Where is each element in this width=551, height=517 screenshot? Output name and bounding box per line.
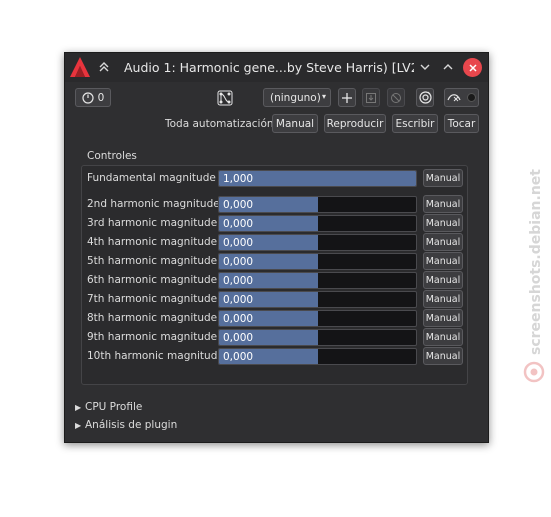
parameter-label: 6th harmonic magnitude xyxy=(87,274,218,286)
parameter-value: 0,000 xyxy=(223,199,254,211)
close-icon xyxy=(468,63,477,72)
parameter-slider[interactable]: 0,000 xyxy=(218,272,417,289)
parameter-value: 0,000 xyxy=(223,332,254,344)
automation-write-button[interactable]: Escribir xyxy=(392,114,438,133)
parameter-manual-button[interactable]: Manual xyxy=(423,195,463,213)
parameter-label: 10th harmonic magnitude xyxy=(87,350,224,362)
parameter-slider[interactable]: 0,000 xyxy=(218,310,417,327)
window-title: Audio 1: Harmonic gene...by Steve Harris… xyxy=(124,60,414,75)
automation-touch-button[interactable]: Tocar xyxy=(444,114,479,133)
cpu-profile-label: CPU Profile xyxy=(85,401,143,413)
parameter-manual-button[interactable]: Manual xyxy=(423,169,463,187)
chevron-down-icon[interactable] xyxy=(416,58,434,76)
expander-arrow-icon: ▶ xyxy=(75,421,82,430)
plugin-analysis-expander[interactable]: ▶ Análisis de plugin xyxy=(75,419,177,431)
routing-icon xyxy=(217,90,233,105)
parameter-label: 3rd harmonic magnitude xyxy=(87,217,218,229)
delete-preset-button[interactable] xyxy=(387,88,405,107)
parameter-slider[interactable]: 0,000 xyxy=(218,196,417,213)
expander-arrow-icon: ▶ xyxy=(75,403,82,412)
preset-select[interactable]: (ninguno) ▾ xyxy=(263,88,331,107)
parameter-slider[interactable]: 0,000 xyxy=(218,329,417,346)
forbidden-icon xyxy=(391,92,401,103)
parameter-row: 2nd harmonic magnitude 0,000 Manual xyxy=(87,195,467,214)
parameter-row: 6th harmonic magnitude 0,000 Manual xyxy=(87,271,467,290)
parameter-manual-button[interactable]: Manual xyxy=(423,271,463,289)
chevron-double-up-icon[interactable] xyxy=(95,58,113,76)
parameter-manual-button[interactable]: Manual xyxy=(423,214,463,232)
parameter-value: 0,000 xyxy=(223,275,254,287)
parameter-row: 5th harmonic magnitude 0,000 Manual xyxy=(87,252,467,271)
parameter-value: 0,000 xyxy=(223,237,254,249)
parameter-value: 0,000 xyxy=(223,351,254,363)
parameter-value: 0,000 xyxy=(223,294,254,306)
timer-icon xyxy=(82,91,94,104)
plugin-window: Audio 1: Harmonic gene...by Steve Harris… xyxy=(64,52,489,443)
parameter-value: 0,000 xyxy=(223,256,254,268)
watermark: screenshots.debian.net xyxy=(520,150,548,390)
parameter-label: 7th harmonic magnitude xyxy=(87,293,218,305)
parameter-row: 8th harmonic magnitude 0,000 Manual xyxy=(87,309,467,328)
parameter-row: 10th harmonic magnitude 0,000 Manual xyxy=(87,347,467,366)
parameter-manual-button[interactable]: Manual xyxy=(423,252,463,270)
parameter-slider[interactable]: 0,000 xyxy=(218,215,417,232)
record-dot-icon xyxy=(467,93,476,102)
parameter-manual-button[interactable]: Manual xyxy=(423,290,463,308)
parameter-row: 3rd harmonic magnitude 0,000 Manual xyxy=(87,214,467,233)
add-preset-button[interactable] xyxy=(338,88,356,107)
dropdown-arrow-icon: ▾ xyxy=(321,92,326,101)
parameter-slider[interactable]: 0,000 xyxy=(218,253,417,270)
parameter-manual-button[interactable]: Manual xyxy=(423,233,463,251)
save-icon xyxy=(366,92,376,103)
parameter-slider[interactable]: 1,000 xyxy=(218,170,417,187)
automation-label: Toda automatización xyxy=(165,118,274,130)
parameter-manual-button[interactable]: Manual xyxy=(423,347,463,365)
preset-value: (ninguno) xyxy=(270,91,321,104)
parameter-manual-button[interactable]: Manual xyxy=(423,328,463,346)
plus-icon xyxy=(342,92,352,103)
parameter-row: Fundamental magnitude 1,000 Manual xyxy=(87,169,467,188)
parameter-slider[interactable]: 0,000 xyxy=(218,348,417,365)
parameter-label: 8th harmonic magnitude xyxy=(87,312,218,324)
parameter-label: 5th harmonic magnitude xyxy=(87,255,218,267)
latency-value: 0 xyxy=(97,91,105,104)
parameter-row: 4th harmonic magnitude 0,000 Manual xyxy=(87,233,467,252)
automation-manual-button[interactable]: Manual xyxy=(272,114,318,133)
ardour-logo xyxy=(70,57,90,77)
bypass-button[interactable] xyxy=(416,88,434,107)
pin-connections-button[interactable] xyxy=(215,87,235,108)
parameter-value: 1,000 xyxy=(223,173,254,185)
save-preset-button[interactable] xyxy=(362,88,380,107)
parameter-value: 0,000 xyxy=(223,313,254,325)
close-button[interactable] xyxy=(463,58,482,77)
title-bar[interactable]: Audio 1: Harmonic gene...by Steve Harris… xyxy=(65,53,488,82)
parameter-slider[interactable]: 0,000 xyxy=(218,234,417,251)
controls-group-title: Controles xyxy=(85,150,139,162)
parameter-label: 2nd harmonic magnitude xyxy=(87,198,220,210)
parameter-manual-button[interactable]: Manual xyxy=(423,309,463,327)
cpu-profile-expander[interactable]: ▶ CPU Profile xyxy=(75,401,142,413)
parameter-label: Fundamental magnitude xyxy=(87,172,216,184)
parameter-label: 4th harmonic magnitude xyxy=(87,236,218,248)
parameter-value: 0,000 xyxy=(223,218,254,230)
parameter-row: 7th harmonic magnitude 0,000 Manual xyxy=(87,290,467,309)
chevron-up-icon[interactable] xyxy=(439,58,457,76)
latency-button[interactable]: 0 xyxy=(75,88,111,107)
sidechain-icon xyxy=(447,93,461,101)
parameter-label: 9th harmonic magnitude xyxy=(87,331,218,343)
target-icon xyxy=(418,91,432,104)
sidechain-button[interactable] xyxy=(444,88,479,107)
parameter-row: 9th harmonic magnitude 0,000 Manual xyxy=(87,328,467,347)
plugin-analysis-label: Análisis de plugin xyxy=(85,419,178,431)
automation-play-button[interactable]: Reproducir xyxy=(324,114,386,133)
watermark-text: screenshots.debian.net xyxy=(528,169,544,355)
parameter-slider[interactable]: 0,000 xyxy=(218,291,417,308)
